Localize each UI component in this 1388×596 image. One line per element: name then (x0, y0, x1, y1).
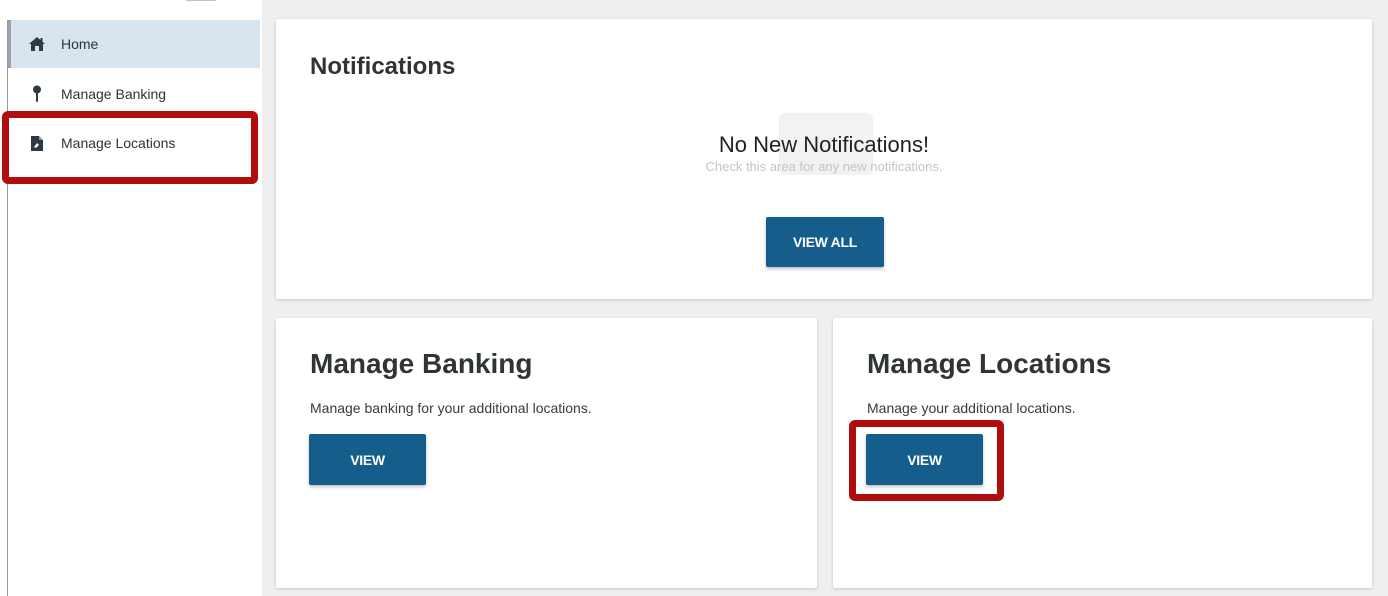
empty-notifications-subtitle: Check this area for any new notification… (705, 159, 943, 174)
main-content: Notifications No New Notifications! Chec… (262, 0, 1388, 596)
sidebar-item-label: Home (61, 36, 99, 52)
view-all-button[interactable]: VIEW ALL (766, 217, 884, 267)
sidebar-item-manage-locations[interactable]: Manage Locations (8, 119, 260, 167)
notifications-title: Notifications (310, 53, 456, 80)
pin-icon (28, 85, 46, 103)
sidebar: Home Manage Banking Manage Locations (0, 0, 262, 596)
home-icon (28, 35, 46, 53)
manage-banking-title: Manage Banking (310, 348, 533, 379)
manage-locations-description: Manage your additional locations. (867, 400, 1076, 416)
manage-banking-card: Manage Banking Manage banking for your a… (276, 318, 817, 588)
sidebar-item-manage-banking[interactable]: Manage Banking (8, 70, 260, 118)
notifications-card: Notifications No New Notifications! Chec… (276, 19, 1372, 299)
manage-banking-description: Manage banking for your additional locat… (310, 400, 592, 416)
sidebar-item-home[interactable]: Home (8, 20, 260, 68)
sidebar-item-label: Manage Locations (61, 135, 176, 151)
empty-notifications-title: No New Notifications! (718, 132, 930, 157)
sidebar-top-edge (186, 0, 216, 4)
sidebar-item-label: Manage Banking (61, 86, 167, 102)
manage-locations-card: Manage Locations Manage your additional … (833, 318, 1372, 588)
manage-locations-view-button[interactable]: VIEW (866, 434, 983, 485)
manage-banking-view-button[interactable]: VIEW (309, 434, 426, 485)
manage-locations-title: Manage Locations (867, 348, 1112, 379)
document-icon (28, 134, 46, 152)
